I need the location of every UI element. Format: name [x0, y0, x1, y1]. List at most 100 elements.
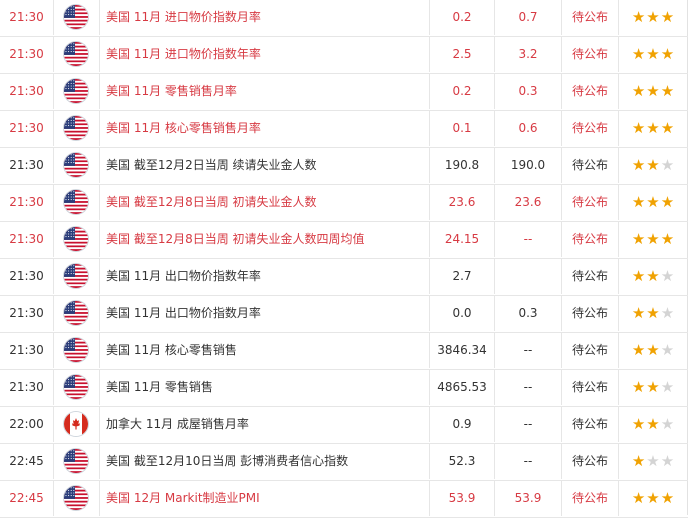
- star-filled-icon: ★: [646, 119, 661, 137]
- calendar-row[interactable]: 21:30 美国 截至12月8日当周 初请失业金人数四周均值 24.15 -- …: [0, 222, 688, 259]
- star-filled-icon: ★: [631, 267, 647, 285]
- star-filled-icon: ★: [660, 230, 676, 248]
- event-time: 22:00: [0, 407, 54, 442]
- event-name[interactable]: 美国 11月 进口物价指数月率: [100, 0, 430, 35]
- star-filled-icon: ★: [646, 489, 661, 507]
- star-filled-icon: ★: [646, 45, 661, 63]
- star-filled-icon: ★: [646, 230, 661, 248]
- importance-stars: ★★★: [619, 0, 688, 35]
- importance-stars: ★★★: [619, 444, 688, 479]
- star-filled-icon: ★: [660, 8, 676, 26]
- event-name[interactable]: 美国 11月 零售销售月率: [100, 74, 430, 109]
- forecast-value: [495, 259, 562, 294]
- calendar-row[interactable]: 21:30 美国 11月 核心零售销售月率 0.1 0.6 待公布 ★★★: [0, 111, 688, 148]
- event-name[interactable]: 美国 11月 进口物价指数年率: [100, 37, 430, 72]
- importance-stars: ★★★: [619, 407, 688, 442]
- calendar-row[interactable]: 21:30 美国 11月 零售销售月率 0.2 0.3 待公布 ★★★: [0, 74, 688, 111]
- event-time: 21:30: [0, 370, 54, 405]
- actual-value: 待公布: [562, 0, 619, 35]
- previous-value: 3846.34: [430, 333, 495, 368]
- us-flag-icon: [64, 264, 88, 288]
- calendar-row[interactable]: 22:00 加拿大 11月 成屋销售月率 0.9 -- 待公布 ★★★: [0, 407, 688, 444]
- star-empty-icon: ★: [660, 341, 676, 359]
- star-empty-icon: ★: [646, 452, 661, 470]
- actual-value: 待公布: [562, 148, 619, 183]
- previous-value: 23.6: [430, 185, 495, 220]
- event-name[interactable]: 美国 截至12月10日当周 彭博消费者信心指数: [100, 444, 430, 479]
- us-flag-icon: [64, 486, 88, 510]
- actual-value: 待公布: [562, 185, 619, 220]
- calendar-row[interactable]: 21:30 美国 11月 出口物价指数月率 0.0 0.3 待公布 ★★★: [0, 296, 688, 333]
- calendar-row[interactable]: 21:30 美国 截至12月2日当周 续请失业金人数 190.8 190.0 待…: [0, 148, 688, 185]
- calendar-row[interactable]: 21:30 美国 11月 出口物价指数年率 2.7 待公布 ★★★: [0, 259, 688, 296]
- calendar-row[interactable]: 22:45 美国 12月 Markit制造业PMI 53.9 53.9 待公布 …: [0, 481, 688, 518]
- event-time: 21:30: [0, 296, 54, 331]
- calendar-row[interactable]: 21:30 美国 11月 核心零售销售 3846.34 -- 待公布 ★★★: [0, 333, 688, 370]
- importance-stars: ★★★: [619, 222, 688, 257]
- actual-value: 待公布: [562, 407, 619, 442]
- previous-value: 52.3: [430, 444, 495, 479]
- event-name[interactable]: 美国 截至12月2日当周 续请失业金人数: [100, 148, 430, 183]
- actual-value: 待公布: [562, 296, 619, 331]
- forecast-value: 0.3: [495, 74, 562, 109]
- actual-value: 待公布: [562, 444, 619, 479]
- previous-value: 190.8: [430, 148, 495, 183]
- forecast-value: --: [495, 370, 562, 405]
- star-empty-icon: ★: [660, 378, 676, 396]
- forecast-value: 190.0: [495, 148, 562, 183]
- event-name[interactable]: 美国 11月 零售销售: [100, 370, 430, 405]
- event-name[interactable]: 美国 11月 出口物价指数年率: [100, 259, 430, 294]
- star-filled-icon: ★: [646, 8, 661, 26]
- star-filled-icon: ★: [646, 193, 661, 211]
- importance-stars: ★★★: [619, 333, 688, 368]
- forecast-value: 53.9: [495, 481, 562, 516]
- star-filled-icon: ★: [660, 193, 676, 211]
- importance-stars: ★★★: [619, 74, 688, 109]
- star-filled-icon: ★: [631, 230, 647, 248]
- calendar-row[interactable]: 21:30 美国 11月 进口物价指数月率 0.2 0.7 待公布 ★★★: [0, 0, 688, 37]
- star-filled-icon: ★: [646, 267, 661, 285]
- event-time: 21:30: [0, 37, 54, 72]
- calendar-row[interactable]: 21:30 美国 11月 进口物价指数年率 2.5 3.2 待公布 ★★★: [0, 37, 688, 74]
- us-flag-icon: [64, 5, 88, 29]
- previous-value: 2.7: [430, 259, 495, 294]
- actual-value: 待公布: [562, 333, 619, 368]
- actual-value: 待公布: [562, 37, 619, 72]
- event-name[interactable]: 美国 截至12月8日当周 初请失业金人数: [100, 185, 430, 220]
- us-flag-icon: [64, 42, 88, 66]
- event-time: 22:45: [0, 481, 54, 516]
- event-name[interactable]: 美国 截至12月8日当周 初请失业金人数四周均值: [100, 222, 430, 257]
- event-time: 21:30: [0, 259, 54, 294]
- country-flag-cell: [54, 333, 100, 368]
- star-filled-icon: ★: [646, 156, 661, 174]
- calendar-row[interactable]: 21:30 美国 11月 零售销售 4865.53 -- 待公布 ★★★: [0, 370, 688, 407]
- forecast-value: 3.2: [495, 37, 562, 72]
- star-filled-icon: ★: [646, 378, 661, 396]
- event-name[interactable]: 美国 11月 出口物价指数月率: [100, 296, 430, 331]
- forecast-value: 0.7: [495, 0, 562, 35]
- star-empty-icon: ★: [660, 415, 676, 433]
- event-name[interactable]: 美国 11月 核心零售销售月率: [100, 111, 430, 146]
- event-name[interactable]: 美国 12月 Markit制造业PMI: [100, 481, 430, 516]
- canada-flag-icon: [64, 412, 88, 436]
- star-empty-icon: ★: [660, 267, 676, 285]
- star-filled-icon: ★: [631, 489, 647, 507]
- previous-value: 0.2: [430, 0, 495, 35]
- forecast-value: 23.6: [495, 185, 562, 220]
- star-filled-icon: ★: [631, 8, 647, 26]
- calendar-row[interactable]: 22:45 美国 截至12月10日当周 彭博消费者信心指数 52.3 -- 待公…: [0, 444, 688, 481]
- forecast-value: --: [495, 444, 562, 479]
- event-time: 21:30: [0, 185, 54, 220]
- actual-value: 待公布: [562, 74, 619, 109]
- event-time: 21:30: [0, 333, 54, 368]
- event-name[interactable]: 加拿大 11月 成屋销售月率: [100, 407, 430, 442]
- star-filled-icon: ★: [660, 489, 676, 507]
- previous-value: 24.15: [430, 222, 495, 257]
- country-flag-cell: [54, 370, 100, 405]
- event-name[interactable]: 美国 11月 核心零售销售: [100, 333, 430, 368]
- calendar-row[interactable]: 21:30 美国 截至12月8日当周 初请失业金人数 23.6 23.6 待公布…: [0, 185, 688, 222]
- us-flag-icon: [64, 227, 88, 251]
- us-flag-icon: [64, 375, 88, 399]
- us-flag-icon: [64, 449, 88, 473]
- star-filled-icon: ★: [631, 341, 647, 359]
